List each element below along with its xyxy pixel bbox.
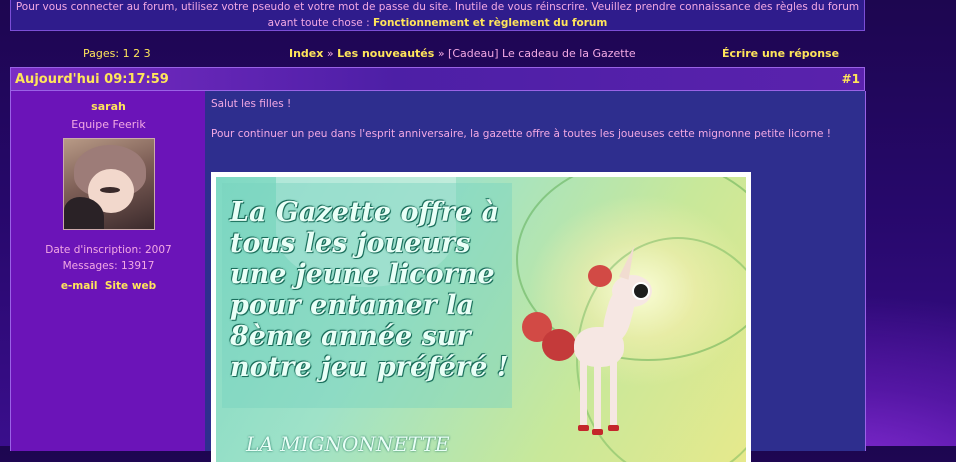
- post-header: Aujourd'hui 09:17:59 #1: [10, 67, 865, 91]
- author-meta: Date d'inscription: 2007 Messages: 13917: [11, 242, 206, 274]
- post-greeting: Salut les filles !: [211, 98, 292, 110]
- breadcrumb-topic: [Cadeau] Le cadeau de la Gazette: [448, 47, 636, 60]
- page-link-1[interactable]: 1: [123, 47, 130, 60]
- post-permalink[interactable]: #1: [842, 72, 860, 86]
- post-text: Pour continuer un peu dans l'esprit anni…: [211, 128, 831, 140]
- breadcrumb-separator: »: [326, 47, 334, 60]
- unicorn-leg: [594, 361, 601, 431]
- image-caption-line: 8ème année sur: [230, 321, 471, 352]
- rules-link[interactable]: Fonctionnement et règlement du forum: [373, 17, 607, 29]
- image-caption-line: une jeune licorne: [230, 259, 495, 290]
- breadcrumb-index[interactable]: Index: [289, 47, 323, 60]
- post-author-panel: sarah Equipe Feerik Date d'inscription: …: [10, 91, 206, 451]
- unicorn-illustration: [514, 244, 664, 457]
- login-notice: Pour vous connecter au forum, utilisez v…: [10, 0, 865, 31]
- pagination: Pages: 1 2 3: [83, 47, 151, 60]
- rose-decoration: [588, 265, 612, 287]
- avatar: [62, 138, 155, 230]
- breadcrumb: Index » Les nouveautés » [Cadeau] Le cad…: [289, 47, 636, 60]
- rose-decoration: [542, 329, 576, 361]
- page-link-2[interactable]: 2: [133, 47, 140, 60]
- unicorn-hoof: [578, 425, 589, 431]
- image-caption-line: notre jeu préféré !: [230, 352, 509, 383]
- author-name[interactable]: sarah: [11, 100, 206, 113]
- image-bottom-text: LA MIGNONNETTE: [246, 432, 450, 456]
- author-joined: Date d'inscription: 2007: [45, 244, 172, 256]
- author-rank: Equipe Feerik: [71, 118, 146, 131]
- unicorn-leg: [580, 357, 587, 427]
- unicorn-hoof: [592, 429, 603, 435]
- unicorn-leg: [610, 357, 617, 427]
- author-messages: Messages: 13917: [62, 260, 155, 272]
- reply-link[interactable]: Écrire une réponse: [722, 47, 839, 60]
- gazette-gift-image: La Gazette offre à tous les joueurs une …: [211, 172, 751, 462]
- image-caption-line: La Gazette offre à: [230, 197, 500, 228]
- pages-label: Pages:: [83, 47, 120, 60]
- breadcrumb-section[interactable]: Les nouveautés: [337, 47, 434, 60]
- post-body: Salut les filles ! Pour continuer un peu…: [205, 91, 866, 462]
- image-caption: La Gazette offre à tous les joueurs une …: [230, 197, 515, 383]
- author-links: e-mail Site web: [11, 280, 206, 292]
- image-caption-line: pour entamer la: [230, 290, 475, 321]
- topic-navigation: Pages: 1 2 3 Index » Les nouveautés » [C…: [0, 47, 956, 61]
- unicorn-hoof: [608, 425, 619, 431]
- author-website-link[interactable]: Site web: [105, 280, 156, 292]
- post-date: Aujourd'hui 09:17:59: [15, 72, 169, 87]
- author-email-link[interactable]: e-mail: [61, 280, 98, 292]
- avatar-eye: [99, 187, 120, 193]
- breadcrumb-separator: »: [437, 47, 445, 60]
- page-link-3[interactable]: 3: [144, 47, 151, 60]
- unicorn-eye: [632, 282, 650, 300]
- image-caption-line: tous les joueurs: [230, 228, 471, 259]
